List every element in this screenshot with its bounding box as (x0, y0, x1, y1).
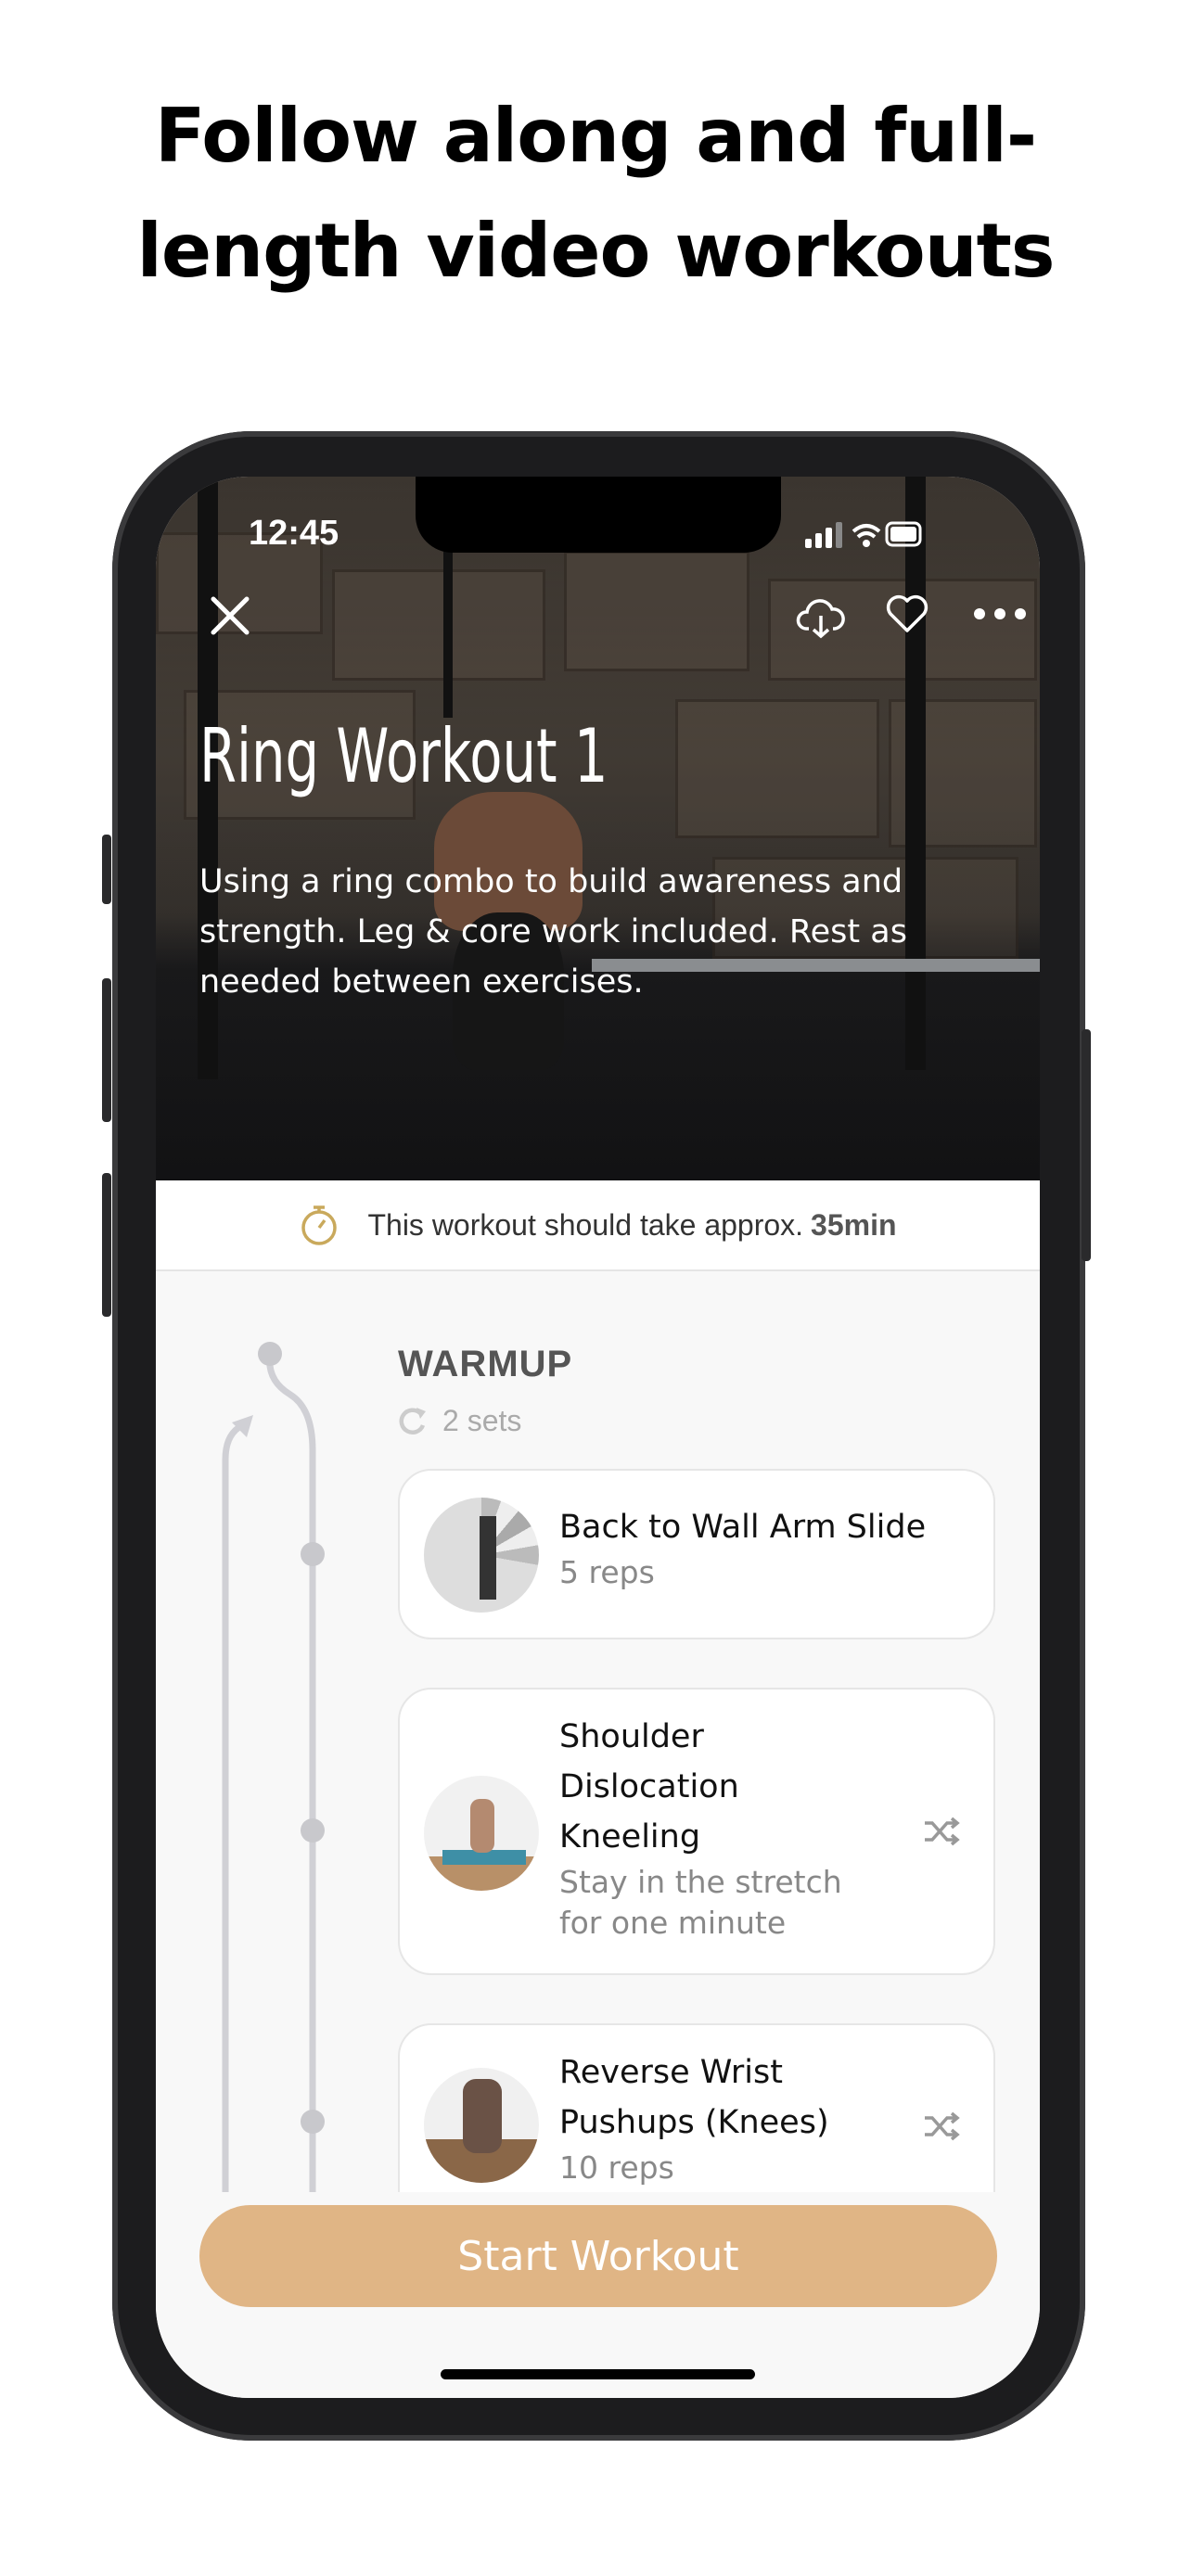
exercise-thumbnail (424, 2068, 539, 2183)
cloud-download-icon[interactable] (796, 593, 846, 640)
phone-volume-up (102, 978, 111, 1122)
timeline (222, 1342, 325, 2266)
exercise-detail: 5 reps (559, 1554, 655, 1590)
status-icons (805, 521, 922, 548)
headline-line-2: length video workouts (136, 208, 1056, 294)
phone-power-button (1082, 1029, 1091, 1261)
headline: Follow along and full- length video work… (0, 79, 1191, 309)
workout-description: Using a ring combo to build awareness an… (199, 863, 907, 1001)
exercise-card[interactable]: Shoulder Dislocation Kneeling Stay in th… (398, 1688, 995, 1975)
phone-silent-switch (102, 835, 111, 904)
heart-icon[interactable] (885, 593, 929, 634)
duration-bar: This workout should take approx. 35min (156, 1180, 1040, 1271)
app-screen: 12:45 Ring Workout 1 Using a ring combo … (156, 477, 1040, 2398)
duration-value: 35min (811, 1207, 897, 1242)
phone-volume-down (102, 1173, 111, 1317)
exercise-detail: 10 reps (559, 2149, 674, 2186)
exercise-thumbnail (424, 1776, 539, 1891)
exercise-thumbnail (424, 1498, 539, 1613)
headline-line-1: Follow along and full- (154, 93, 1037, 179)
shuffle-icon[interactable] (923, 2111, 960, 2142)
status-time: 12:45 (249, 514, 339, 553)
exercise-name: Reverse Wrist Pushups (Knees) (559, 2054, 829, 2141)
close-icon[interactable] (210, 595, 250, 636)
exercise-name: Shoulder Dislocation Kneeling (559, 1718, 739, 1855)
sets-label: 2 sets (442, 1404, 522, 1437)
section-title: WARMUP (398, 1344, 573, 1384)
duration-text: This workout should take approx. (367, 1207, 804, 1242)
sets-count: 2 sets (398, 1404, 521, 1438)
notch (416, 477, 781, 553)
exercise-detail: Stay in the stretch for one minute (559, 1864, 842, 1941)
start-workout-button[interactable]: Start Workout (199, 2205, 997, 2307)
exercise-card[interactable]: Back to Wall Arm Slide 5 reps (398, 1469, 995, 1639)
stopwatch-icon (301, 1205, 338, 1245)
workout-title: Ring Workout 1 (199, 713, 608, 799)
repeat-icon (399, 1407, 426, 1435)
more-icon[interactable] (972, 606, 1028, 621)
hero-video[interactable]: 12:45 Ring Workout 1 Using a ring combo … (156, 477, 1040, 1180)
home-indicator (441, 2369, 755, 2379)
exercise-name: Back to Wall Arm Slide (559, 1509, 927, 1546)
shuffle-icon[interactable] (923, 1816, 960, 1847)
